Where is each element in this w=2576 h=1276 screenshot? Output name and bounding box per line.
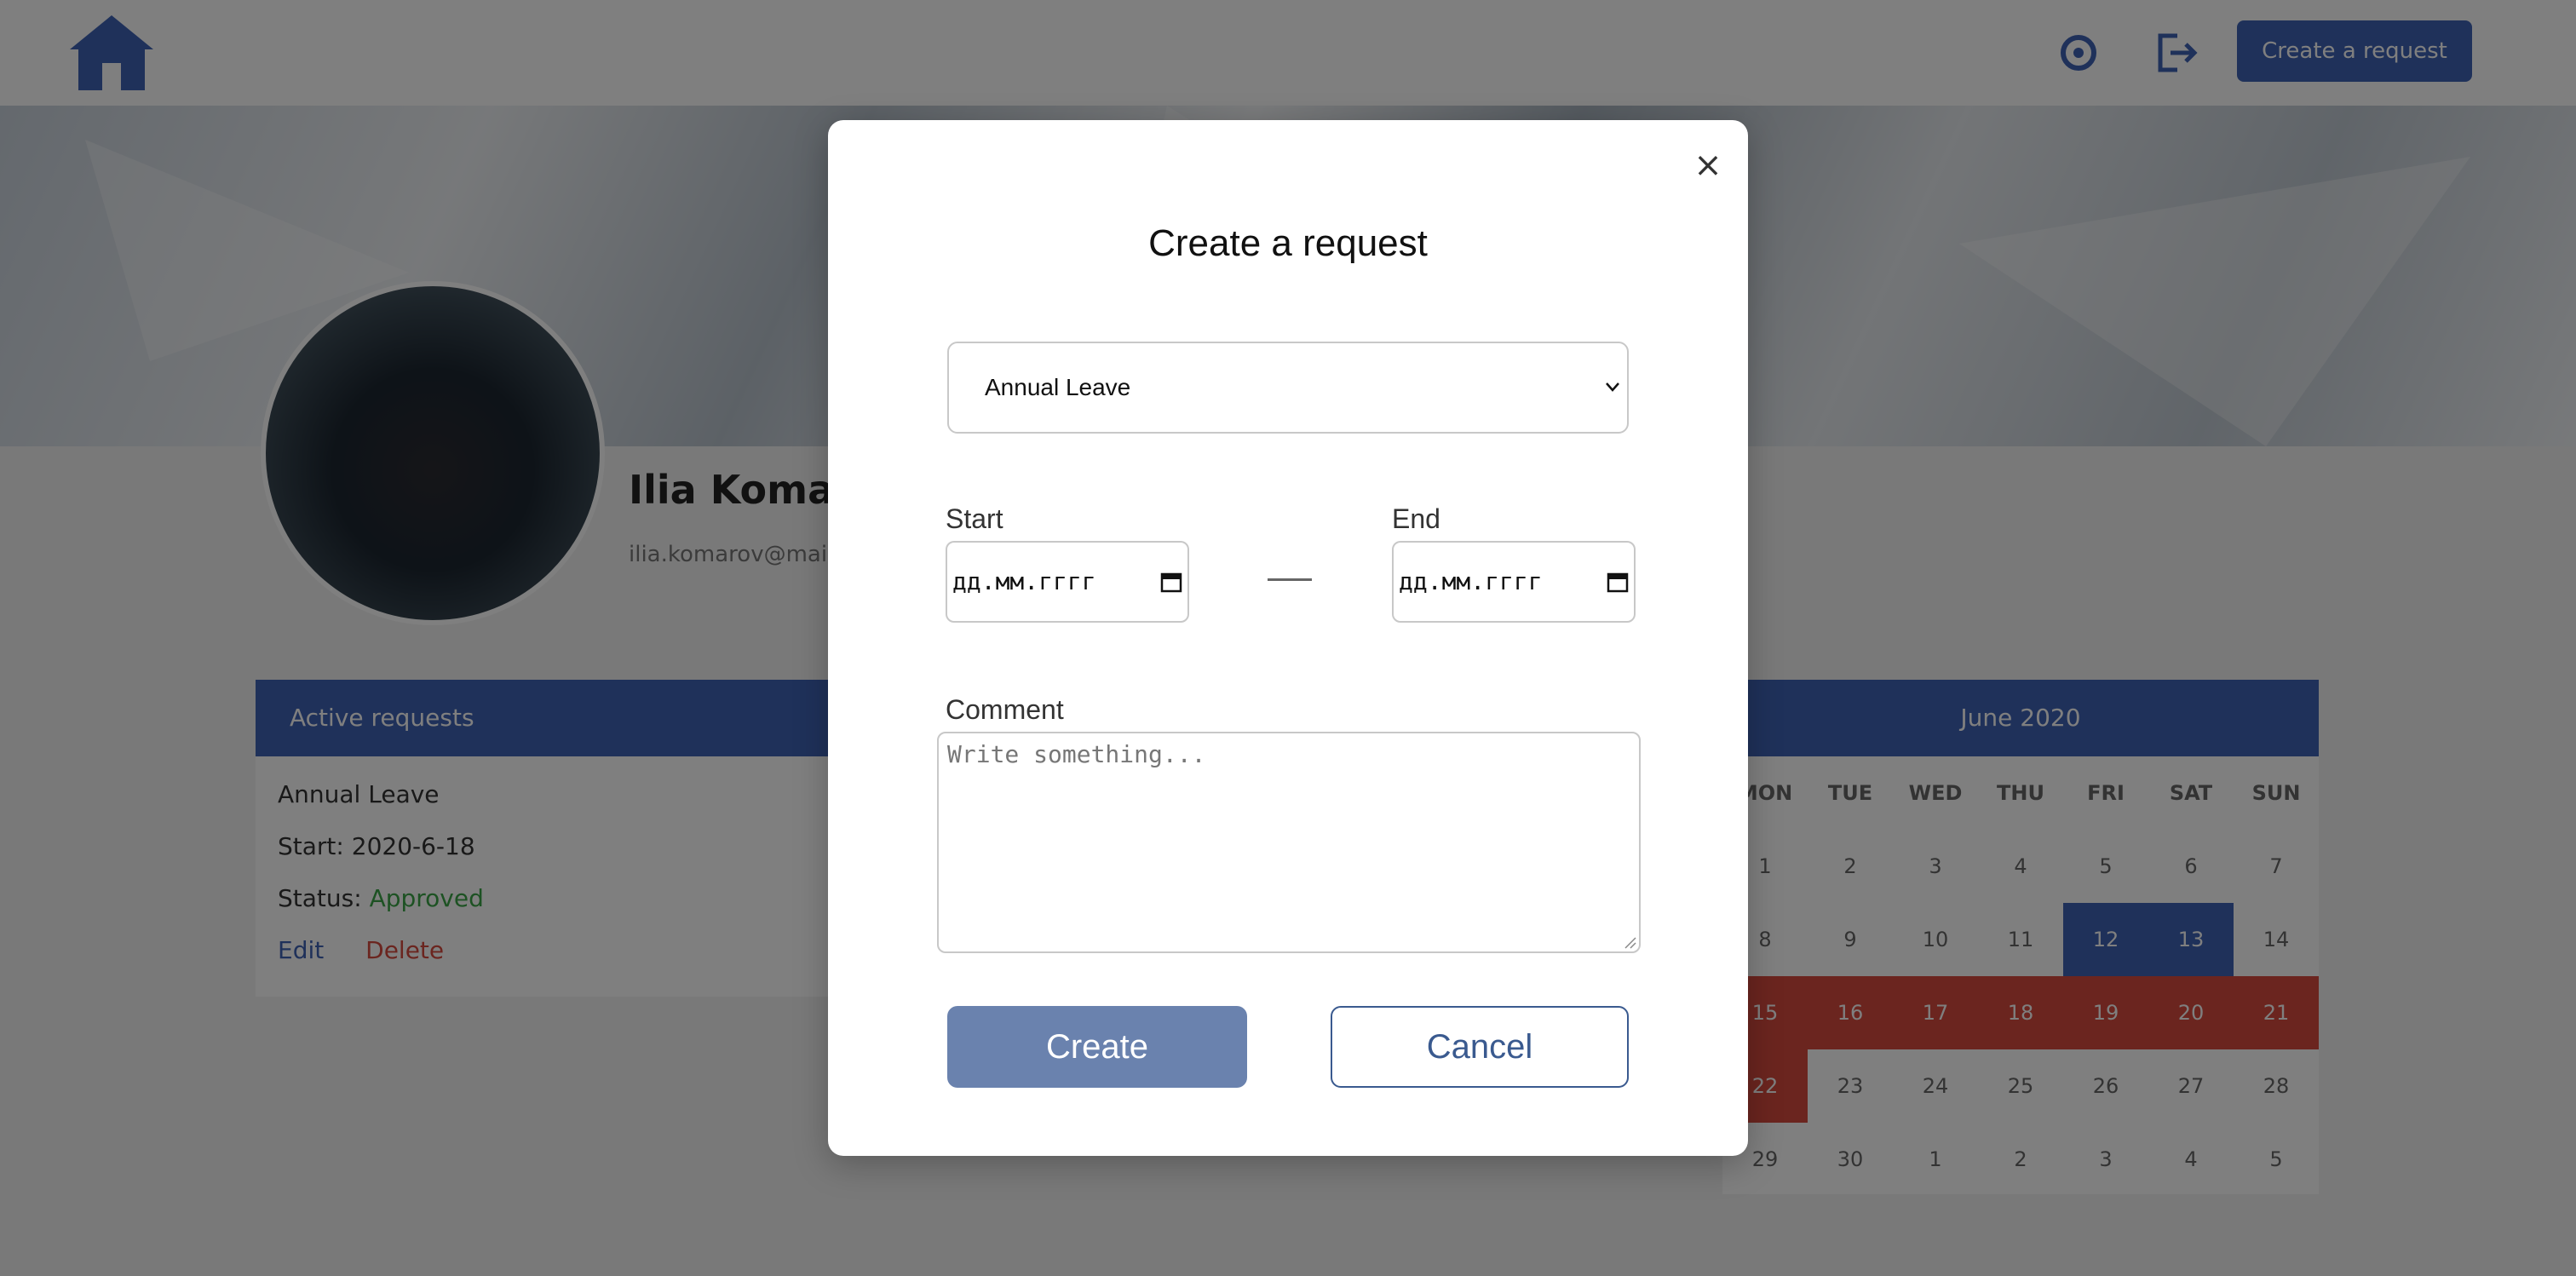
- chevron-down-icon: [1606, 382, 1619, 392]
- comment-label: Comment: [946, 694, 1064, 725]
- start-date-input[interactable]: дд.мм.гггг: [946, 541, 1189, 623]
- modal-title: Create a request: [1148, 222, 1428, 264]
- calendar-icon[interactable]: [1160, 570, 1182, 594]
- comment-placeholder: Write something...: [947, 740, 1206, 768]
- end-label: End: [1392, 503, 1440, 534]
- start-label: Start: [946, 503, 1003, 534]
- create-button[interactable]: Create: [947, 1006, 1247, 1088]
- calendar-icon[interactable]: [1607, 570, 1629, 594]
- comment-textarea[interactable]: Write something...: [937, 732, 1641, 953]
- cancel-button[interactable]: Cancel: [1331, 1006, 1629, 1088]
- end-date-placeholder: дд.мм.гггг: [1399, 567, 1543, 595]
- leave-type-value: Annual Leave: [985, 374, 1131, 400]
- resize-handle-icon[interactable]: [1624, 936, 1637, 950]
- date-range-separator: [1268, 578, 1312, 581]
- create-request-modal: × Create a request Annual Leave Start En…: [828, 120, 1748, 1156]
- close-icon[interactable]: ×: [1688, 146, 1728, 185]
- leave-type-select[interactable]: Annual Leave: [947, 342, 1629, 434]
- end-date-input[interactable]: дд.мм.гггг: [1392, 541, 1636, 623]
- start-date-placeholder: дд.мм.гггг: [952, 567, 1096, 595]
